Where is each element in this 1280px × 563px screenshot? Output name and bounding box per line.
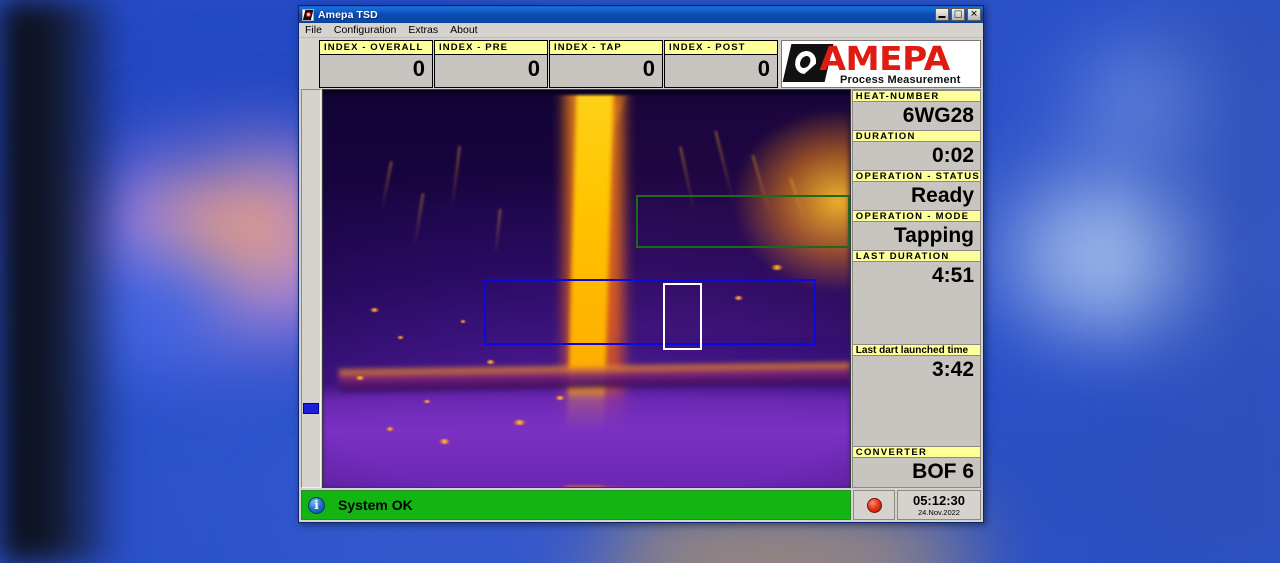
field-converter: CONVERTER BOF 6 bbox=[852, 446, 980, 486]
index-overall-label: INDEX - OVERALL bbox=[320, 41, 432, 55]
index-card-post: INDEX - POST 0 bbox=[664, 40, 778, 88]
amepa-tsd-window: Amepa TSD □ ✕ File Configuration Extras … bbox=[298, 5, 984, 523]
roi-green-tap-zone[interactable] bbox=[636, 195, 850, 248]
amepa-logo: AMEPA Process Measurement Systems bbox=[781, 40, 981, 88]
wallpaper-left-shadow bbox=[0, 0, 120, 563]
close-button[interactable]: ✕ bbox=[967, 8, 981, 21]
heat-number-value: 6WG28 bbox=[852, 102, 980, 130]
minimize-button[interactable] bbox=[935, 8, 949, 21]
amepa-app-icon bbox=[302, 8, 314, 21]
thermal-top-edge bbox=[323, 90, 850, 97]
index-card-pre: INDEX - PRE 0 bbox=[434, 40, 548, 88]
last-dart-launched-time-label: Last dart launched time bbox=[852, 344, 980, 356]
last-duration-value: 4:51 bbox=[852, 262, 980, 290]
converter-value: BOF 6 bbox=[852, 458, 980, 486]
index-card-tap: INDEX - TAP 0 bbox=[549, 40, 663, 88]
index-panel-strip: INDEX - OVERALL 0 INDEX - PRE 0 INDEX - … bbox=[299, 38, 983, 89]
menu-item-extras[interactable]: Extras bbox=[407, 24, 439, 36]
system-status-panel: i System OK bbox=[301, 490, 851, 520]
field-operation-status: OPERATION - STATUS Ready bbox=[852, 170, 980, 210]
main-content: HEAT-NUMBER 6WG28 DURATION 0:02 OPERATIO… bbox=[299, 89, 983, 488]
last-duration-label: LAST DURATION bbox=[852, 250, 980, 262]
operation-mode-value: Tapping bbox=[852, 222, 980, 250]
menu-item-about[interactable]: About bbox=[449, 24, 478, 36]
index-tap-label: INDEX - TAP bbox=[550, 41, 662, 55]
clock-date: 24.Nov.2022 bbox=[918, 507, 960, 517]
thermal-slag-detection-image[interactable] bbox=[322, 89, 851, 488]
process-data-sidebar: HEAT-NUMBER 6WG28 DURATION 0:02 OPERATIO… bbox=[851, 89, 981, 488]
status-bar: i System OK 05:12:30 24.Nov.2022 bbox=[299, 488, 983, 522]
index-tap-value: 0 bbox=[642, 56, 655, 81]
field-operation-mode: OPERATION - MODE Tapping bbox=[852, 210, 980, 250]
field-last-duration: LAST DURATION 4:51 bbox=[852, 250, 980, 290]
clock-time: 05:12:30 bbox=[912, 492, 966, 508]
recording-led bbox=[866, 497, 882, 513]
index-overall-value: 0 bbox=[412, 56, 425, 81]
operation-mode-label: OPERATION - MODE bbox=[852, 210, 980, 222]
operation-status-label: OPERATION - STATUS bbox=[852, 170, 980, 182]
maximize-icon: □ bbox=[953, 9, 963, 19]
window-titlebar[interactable]: Amepa TSD □ ✕ bbox=[299, 6, 983, 23]
recording-led-panel bbox=[853, 490, 895, 520]
menu-bar: File Configuration Extras About bbox=[299, 23, 983, 38]
system-status-text: System OK bbox=[338, 497, 413, 513]
menu-item-configuration[interactable]: Configuration bbox=[333, 24, 397, 36]
sidebar-spacer bbox=[852, 384, 980, 446]
clock-panel: 05:12:30 24.Nov.2022 bbox=[897, 490, 981, 520]
last-dart-launched-time-value: 3:42 bbox=[852, 356, 980, 384]
index-post-value: 0 bbox=[757, 56, 770, 81]
duration-value: 0:02 bbox=[852, 142, 980, 170]
maximize-button[interactable]: □ bbox=[951, 8, 965, 21]
info-icon: i bbox=[308, 496, 325, 514]
wallpaper-right-glow bbox=[1130, 0, 1280, 563]
sidebar-spacer bbox=[852, 486, 980, 487]
index-strip-left-gap bbox=[301, 40, 319, 88]
field-duration: DURATION 0:02 bbox=[852, 130, 980, 170]
field-heat-number: HEAT-NUMBER 6WG28 bbox=[852, 90, 980, 130]
sidebar-spacer bbox=[852, 290, 980, 344]
intensity-slider-thumb[interactable] bbox=[303, 403, 319, 414]
index-post-label: INDEX - POST bbox=[665, 41, 777, 55]
index-pre-value: 0 bbox=[527, 56, 540, 81]
wallpaper-blob bbox=[140, 110, 260, 160]
converter-label: CONVERTER bbox=[852, 446, 980, 458]
field-last-dart-launched-time: Last dart launched time 3:42 bbox=[852, 344, 980, 384]
window-controls: □ ✕ bbox=[935, 8, 981, 21]
index-card-overall: INDEX - OVERALL 0 bbox=[319, 40, 433, 88]
intensity-slider[interactable] bbox=[301, 89, 321, 488]
index-pre-label: INDEX - PRE bbox=[435, 41, 547, 55]
window-title: Amepa TSD bbox=[318, 8, 378, 21]
operation-status-value: Ready bbox=[852, 182, 980, 210]
amepa-logo-tagline: Process Measurement Systems bbox=[840, 74, 961, 87]
menu-item-file[interactable]: File bbox=[304, 24, 323, 36]
close-icon: ✕ bbox=[970, 9, 978, 19]
roi-blue-post-zone[interactable] bbox=[483, 279, 816, 345]
heat-number-label: HEAT-NUMBER bbox=[852, 90, 980, 102]
roi-white-stream-zone[interactable] bbox=[662, 282, 702, 350]
duration-label: DURATION bbox=[852, 130, 980, 142]
amepa-logo-wordmark: AMEPA bbox=[819, 40, 950, 78]
